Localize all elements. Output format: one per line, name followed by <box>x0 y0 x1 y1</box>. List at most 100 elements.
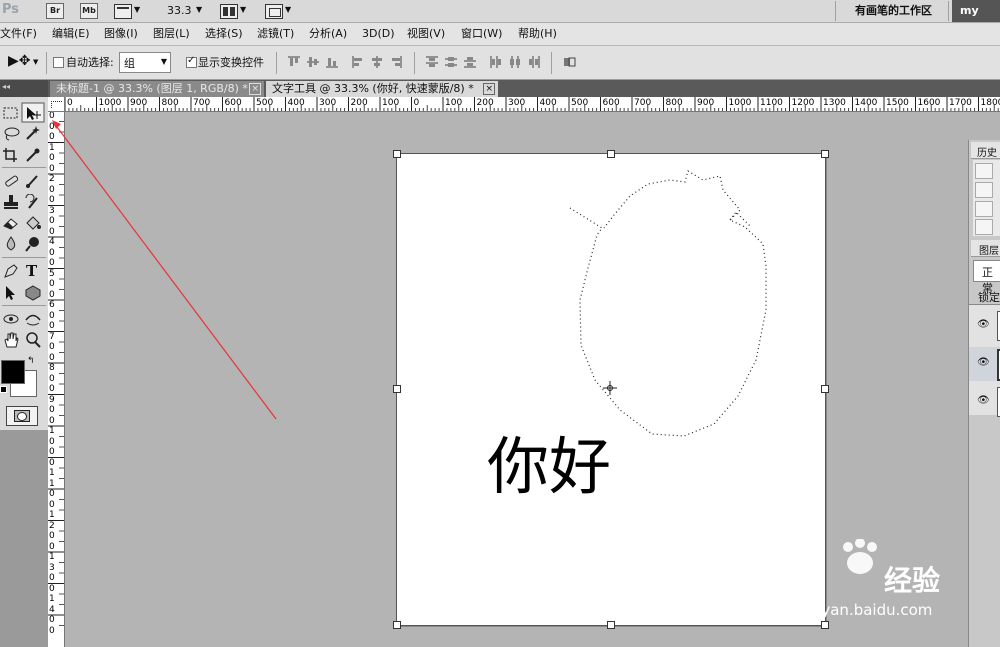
eye-icon[interactable]: 👁 <box>977 357 990 368</box>
layers-panel-tab[interactable]: 图层 <box>971 240 1000 257</box>
tab-untitled-1[interactable]: 未标题-1 @ 33.3% (图层 1, RGB/8) * × <box>50 81 264 97</box>
align-hcenter-icon[interactable] <box>370 55 384 69</box>
healing-brush-icon[interactable] <box>2 173 22 191</box>
crop-tool-icon[interactable] <box>2 147 22 165</box>
transform-handle-bottom-left[interactable] <box>393 621 401 629</box>
show-transform-checkbox[interactable]: ✓ <box>186 55 197 68</box>
transform-handle-top-left[interactable] <box>393 150 401 158</box>
eraser-icon[interactable] <box>2 215 22 233</box>
blur-tool-icon[interactable] <box>2 236 22 254</box>
bridge-button[interactable]: Br <box>46 3 64 19</box>
history-list[interactable] <box>973 160 1000 236</box>
magic-wand-icon[interactable] <box>24 125 44 143</box>
move-tool-icon[interactable] <box>24 105 44 123</box>
3d-rotate-icon[interactable] <box>2 311 22 329</box>
menu-select[interactable]: 选择(S) <box>205 23 243 45</box>
hand-tool-icon[interactable] <box>2 332 22 350</box>
swap-colors-icon[interactable]: ↰ <box>27 356 35 366</box>
toolbox-header[interactable]: ◂◂ <box>0 80 48 97</box>
distribute-bottom-icon[interactable] <box>463 55 477 69</box>
arrange-documents-icon[interactable] <box>220 4 238 19</box>
distribute-vcenter-icon[interactable] <box>444 55 458 69</box>
eye-icon[interactable]: 👁 <box>977 319 990 330</box>
menu-window[interactable]: 窗口(W) <box>461 23 502 45</box>
blend-mode-select[interactable]: 正常 <box>973 260 1000 295</box>
preset-chevron-icon[interactable]: ▼ <box>33 58 38 66</box>
chevron-down-icon[interactable]: ▼ <box>134 5 140 14</box>
auto-select-checkbox[interactable] <box>53 57 64 68</box>
distribute-hcenter-icon[interactable] <box>508 55 522 69</box>
divider <box>2 305 46 306</box>
menu-view[interactable]: 视图(V) <box>407 23 445 45</box>
brush-tool-icon[interactable] <box>24 173 44 191</box>
workspace-button[interactable]: my wor <box>952 0 1000 39</box>
menu-layer[interactable]: 图层(L) <box>153 23 190 45</box>
close-icon[interactable]: × <box>483 83 495 95</box>
auto-select-dropdown[interactable]: 组 ▼ <box>119 52 171 73</box>
eye-icon[interactable]: 👁 <box>977 395 990 406</box>
type-tool-icon[interactable]: T <box>26 263 46 281</box>
menu-3d[interactable]: 3D(D) <box>362 23 395 45</box>
dodge-tool-icon[interactable] <box>24 236 44 254</box>
menu-help[interactable]: 帮助(H) <box>518 23 557 45</box>
menu-edit[interactable]: 编辑(E) <box>52 23 90 45</box>
clone-stamp-icon[interactable] <box>2 194 22 212</box>
view-extras-button[interactable] <box>114 4 132 19</box>
zoom-tool-icon[interactable] <box>24 332 44 350</box>
marquee-tool-icon[interactable] <box>2 105 22 123</box>
distribute-left-icon[interactable] <box>489 55 503 69</box>
eyedropper-icon[interactable] <box>24 147 44 165</box>
auto-select-value: 组 <box>124 57 135 70</box>
layer-row[interactable]: 👁 <box>969 385 1000 419</box>
menu-filter[interactable]: 滤镜(T) <box>257 23 294 45</box>
ruler-label: 700 <box>193 98 211 108</box>
collapse-arrow-icon[interactable]: ◂◂ <box>2 82 10 91</box>
menu-file[interactable]: 文件(F) <box>0 23 37 45</box>
layer-row[interactable]: 👁 <box>969 309 1000 343</box>
align-top-icon[interactable] <box>287 55 301 69</box>
3d-orbit-icon[interactable] <box>24 311 44 329</box>
align-bottom-icon[interactable] <box>325 55 339 69</box>
menu-analysis[interactable]: 分析(A) <box>309 23 347 45</box>
lasso-tool-icon[interactable] <box>2 125 22 143</box>
transform-center-icon[interactable] <box>603 381 617 395</box>
canvas-text-layer[interactable]: 你好 <box>487 427 611 507</box>
history-panel-tab[interactable]: 历史记 <box>971 142 1000 174</box>
menu-image[interactable]: 图像(I) <box>104 23 138 45</box>
distribute-right-icon[interactable] <box>527 55 541 69</box>
workspace-name[interactable]: 有画笔的工作区 <box>855 0 932 22</box>
close-icon[interactable]: × <box>249 83 261 95</box>
distribute-top-icon[interactable] <box>425 55 439 69</box>
ruler-label: 700 <box>634 98 652 108</box>
transform-handle-bottom[interactable] <box>607 621 615 629</box>
transform-handle-top-right[interactable] <box>821 150 829 158</box>
zoom-level[interactable]: 33.3 <box>167 4 192 17</box>
align-left-icon[interactable] <box>351 55 365 69</box>
transform-handle-top[interactable] <box>607 150 615 158</box>
align-vcenter-icon[interactable] <box>306 55 320 69</box>
arrange-chevron-icon[interactable]: ▼ <box>240 5 246 14</box>
default-colors-icon[interactable] <box>0 386 7 393</box>
screen-mode-chevron-icon[interactable]: ▼ <box>285 5 291 14</box>
path-selection-icon[interactable] <box>2 285 22 303</box>
screen-mode-icon[interactable] <box>265 4 283 19</box>
layer-row[interactable]: 👁 <box>969 347 1000 381</box>
history-brush-icon[interactable] <box>24 193 44 212</box>
watermark-brand: Bai <box>764 557 818 592</box>
paint-bucket-icon[interactable] <box>24 215 44 233</box>
ruler-label: 1800 <box>980 98 1000 108</box>
auto-align-layers-icon[interactable] <box>563 55 577 69</box>
mini-bridge-button[interactable]: Mb <box>80 3 98 19</box>
align-right-icon[interactable] <box>389 55 403 69</box>
ruler-label: 1600 <box>917 98 941 108</box>
transform-handle-left[interactable] <box>393 385 401 393</box>
selection-marquee[interactable] <box>560 170 780 450</box>
pen-tool-icon[interactable] <box>2 263 22 281</box>
zoom-chevron-icon[interactable]: ▼ <box>196 5 202 14</box>
transform-handle-right[interactable] <box>821 385 829 393</box>
foreground-color-swatch[interactable] <box>1 360 25 384</box>
move-tool-preset-icon[interactable]: ▶✥ <box>8 53 31 69</box>
quick-mask-button[interactable] <box>6 406 38 426</box>
tab-text-tool[interactable]: 文字工具 @ 33.3% (你好, 快速蒙版/8) * × <box>266 81 498 97</box>
shape-tool-icon[interactable] <box>24 285 44 303</box>
